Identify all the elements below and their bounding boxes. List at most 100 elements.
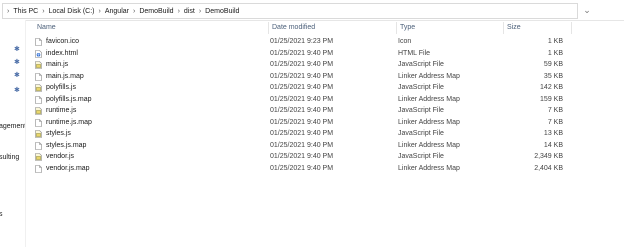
- file-type: Icon: [398, 38, 412, 45]
- map-file-icon: [35, 118, 42, 127]
- column-header-date[interactable]: Date modified: [268, 20, 396, 36]
- breadcrumb-separator-icon[interactable]: ›: [196, 8, 204, 15]
- file-type: Linker Address Map: [398, 72, 460, 80]
- file-date-modified: 01/25/2021 9:40 PM: [270, 95, 334, 103]
- file-row[interactable]: main.js 01/25/2021 9:40 PM JavaScript File…: [33, 59, 593, 71]
- file-row[interactable]: polyfills.js 01/25/2021 9:40 PM JavaScript…: [33, 82, 593, 94]
- breadcrumb-angular[interactable]: Angular: [104, 8, 130, 15]
- map-file-icon: [35, 72, 42, 81]
- file-date-modified: 01/25/2021 9:40 PM: [270, 107, 334, 114]
- file-date-modified: 01/25/2021 9:40 PM: [270, 72, 334, 80]
- breadcrumb-demobuild[interactable]: DemoBuild: [138, 8, 174, 15]
- js-file-icon: [35, 107, 42, 115]
- file-type: JavaScript File: [398, 84, 444, 91]
- navigation-pane: ✱ ✱ ✱ ✱ agement sulting s: [0, 20, 26, 247]
- file-type: JavaScript File: [398, 130, 444, 137]
- file-name: index.html: [46, 49, 78, 57]
- address-box[interactable]: › This PC › Local Disk (C:) › Angular › …: [2, 3, 578, 19]
- pin-icon[interactable]: ✱: [14, 72, 22, 80]
- file-row[interactable]: index.html 01/25/2021 9:40 PM HTML File 1 K…: [33, 48, 593, 60]
- file-name: main.js.map: [46, 72, 84, 80]
- file-type: Linker Address Map: [398, 141, 460, 149]
- file-size: 7 KB: [547, 118, 563, 126]
- file-name: vendor.js.map: [46, 164, 90, 172]
- column-header-size[interactable]: Size: [503, 20, 571, 36]
- breadcrumb-this-pc[interactable]: This PC: [12, 8, 39, 15]
- file-type: HTML File: [398, 49, 431, 57]
- file-row[interactable]: styles.js 01/25/2021 9:40 PM JavaScript Fi…: [33, 128, 593, 140]
- file-date-modified: 01/25/2021 9:23 PM: [270, 38, 334, 45]
- sidebar-item-consulting[interactable]: sulting: [0, 154, 19, 161]
- file-size: 13 KB: [543, 130, 563, 137]
- breadcrumb-local-disk[interactable]: Local Disk (C:): [48, 8, 96, 15]
- file-type: JavaScript File: [398, 61, 444, 68]
- file-size: 1 KB: [547, 49, 563, 57]
- file-type: Linker Address Map: [398, 118, 460, 126]
- file-name: polyfills.js: [46, 84, 76, 91]
- js-file-icon: [35, 61, 42, 69]
- map-file-icon: [35, 164, 42, 173]
- file-date-modified: 01/25/2021 9:40 PM: [270, 141, 334, 149]
- file-size: 14 KB: [543, 141, 563, 149]
- file-date-modified: 01/25/2021 9:40 PM: [270, 164, 334, 172]
- column-header-type[interactable]: Type: [396, 20, 503, 36]
- file-date-modified: 01/25/2021 9:40 PM: [270, 118, 334, 126]
- file-date-modified: 01/25/2021 9:40 PM: [270, 130, 334, 137]
- address-bar: › This PC › Local Disk (C:) › Angular › …: [0, 0, 624, 21]
- js-file-icon: [35, 130, 42, 138]
- file-name: vendor.js: [46, 153, 75, 160]
- file-row[interactable]: vendor.js.map 01/25/2021 9:40 PM Linker Ad…: [33, 163, 593, 175]
- file-name: styles.js.map: [46, 141, 87, 149]
- file-row[interactable]: vendor.js 01/25/2021 9:40 PM JavaScript Fi…: [33, 151, 593, 163]
- file-row[interactable]: main.js.map 01/25/2021 9:40 PM Linker Addr…: [33, 71, 593, 83]
- file-size: 59 KB: [543, 61, 563, 68]
- file-size: 159 KB: [540, 95, 563, 103]
- file-size: 7 KB: [547, 107, 563, 114]
- column-divider[interactable]: [571, 22, 572, 34]
- file-date-modified: 01/25/2021 9:40 PM: [270, 49, 334, 57]
- breadcrumb-demobuild-current[interactable]: DemoBuild: [204, 8, 240, 15]
- file-type: JavaScript File: [398, 107, 444, 114]
- file-name: polyfills.js.map: [46, 95, 92, 103]
- js-file-icon: [35, 153, 42, 161]
- breadcrumb-separator-icon[interactable]: ›: [130, 8, 138, 15]
- pin-icon[interactable]: ✱: [14, 59, 22, 67]
- file-name: runtime.js.map: [46, 118, 92, 126]
- file-name: styles.js: [46, 130, 71, 137]
- file-size: 2,404 KB: [534, 164, 563, 172]
- breadcrumb-dist[interactable]: dist: [183, 8, 196, 15]
- file-type: Linker Address Map: [398, 95, 460, 103]
- file-row[interactable]: favicon.ico 01/25/2021 9:23 PM Icon 1 KB: [33, 36, 593, 48]
- file-row[interactable]: runtime.js.map 01/25/2021 9:40 PM Linker A…: [33, 117, 593, 129]
- file-row[interactable]: polyfills.js.map 01/25/2021 9:40 PM Linker…: [33, 94, 593, 106]
- breadcrumb: › This PC › Local Disk (C:) › Angular › …: [7, 4, 240, 18]
- map-file-icon: [35, 95, 42, 104]
- file-row[interactable]: styles.js.map 01/25/2021 9:40 PM Linker Ad…: [33, 140, 593, 152]
- dropdown-chevron-icon[interactable]: ⌄: [580, 3, 594, 17]
- file-date-modified: 01/25/2021 9:40 PM: [270, 153, 334, 160]
- pin-icon[interactable]: ✱: [14, 46, 22, 54]
- file-type: JavaScript File: [398, 153, 444, 160]
- column-header-row: Name Date modified Type Size: [33, 20, 593, 36]
- breadcrumb-separator-icon[interactable]: ›: [39, 8, 47, 15]
- breadcrumb-separator-icon[interactable]: ›: [175, 8, 183, 15]
- file-type: Linker Address Map: [398, 164, 460, 172]
- sidebar-item-management[interactable]: agement: [0, 123, 25, 130]
- map-file-icon: [35, 141, 42, 150]
- column-header-name[interactable]: Name: [33, 20, 268, 36]
- pin-icon[interactable]: ✱: [14, 87, 22, 95]
- js-file-icon: [35, 84, 42, 92]
- file-date-modified: 01/25/2021 9:40 PM: [270, 84, 334, 91]
- file-row[interactable]: runtime.js 01/25/2021 9:40 PM JavaScript F…: [33, 105, 593, 117]
- file-name: favicon.ico: [46, 38, 80, 45]
- file-size: 142 KB: [540, 84, 563, 91]
- breadcrumb-separator-icon[interactable]: ›: [96, 8, 104, 15]
- file-name: runtime.js: [46, 107, 77, 114]
- file-date-modified: 01/25/2021 9:40 PM: [270, 61, 334, 68]
- html-file-icon: [35, 49, 42, 58]
- sidebar-item-truncated[interactable]: s: [0, 211, 3, 218]
- file-name: main.js: [46, 61, 69, 68]
- file-size: 1 KB: [547, 38, 563, 45]
- file-size: 35 KB: [543, 72, 563, 80]
- ico-file-icon: [35, 38, 42, 46]
